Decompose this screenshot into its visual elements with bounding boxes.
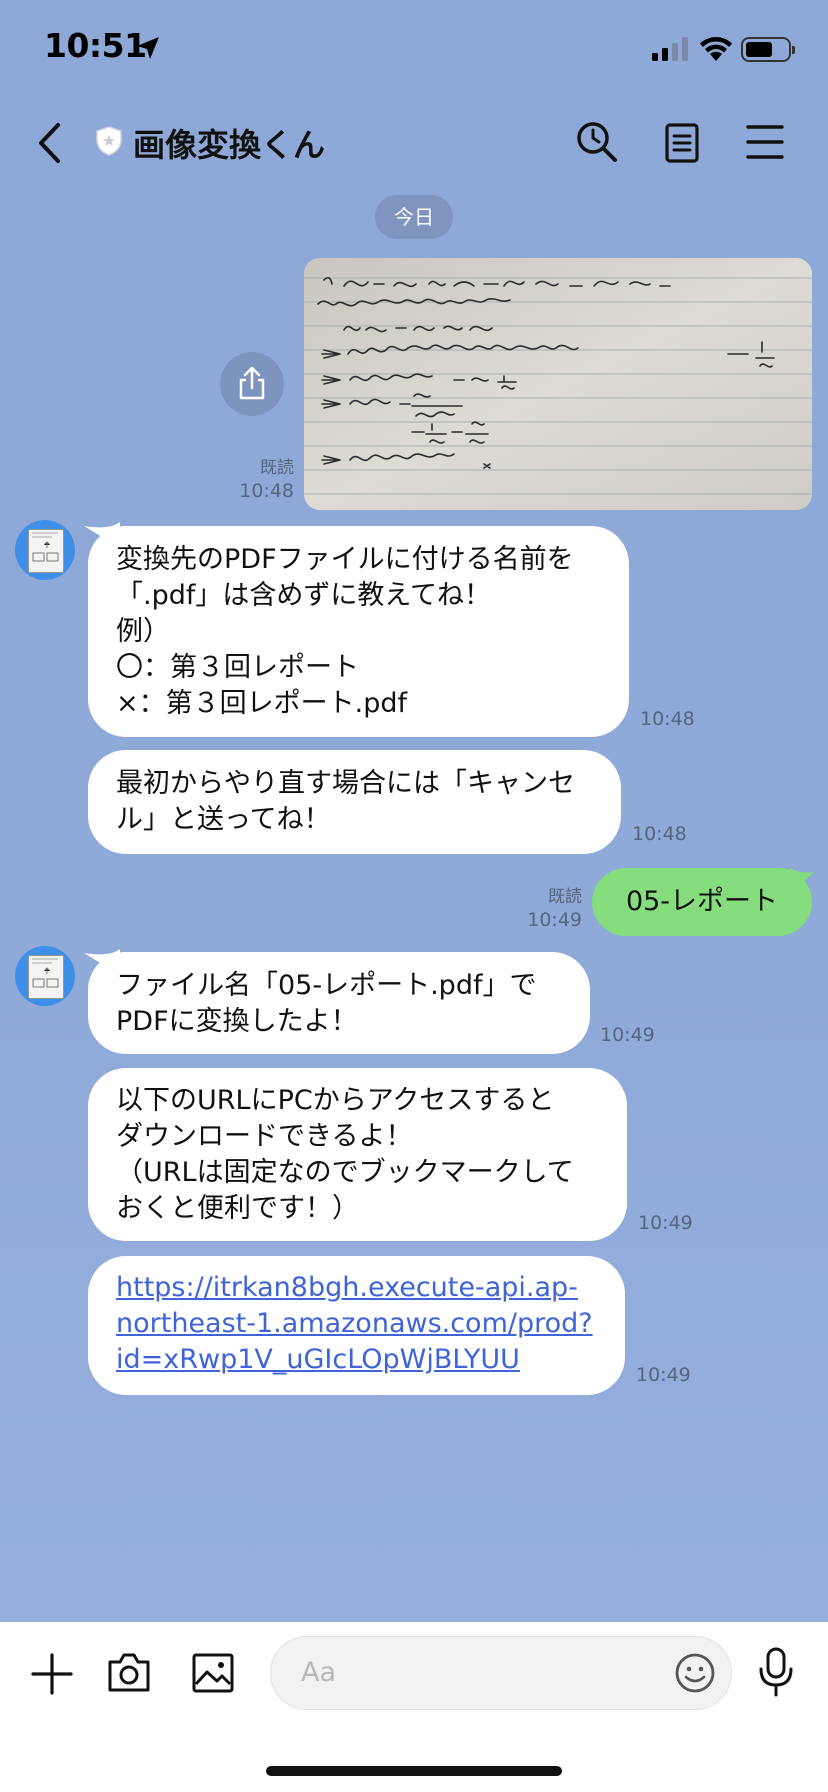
message-time: 10:49 (636, 1364, 691, 1386)
location-arrow-icon (137, 37, 159, 59)
bot-message: 変換先のPDFファイルに付ける名前を 「.pdf」は含めずに教えてね！ 例） 〇… (88, 526, 629, 737)
message-input[interactable]: Aa (270, 1636, 732, 1710)
download-link[interactable]: https://itrkan8bgh.execute-api.ap- (116, 1270, 597, 1306)
handwritten-notes-photo (304, 258, 812, 510)
wifi-icon (700, 37, 732, 61)
signal-icon (652, 37, 688, 61)
document-icon (32, 532, 59, 562)
bot-message: https://itrkan8bgh.execute-api.ap- north… (88, 1256, 625, 1395)
battery-icon (741, 37, 795, 62)
mic-icon[interactable] (757, 1646, 795, 1698)
document-icon (32, 958, 59, 988)
search-icon[interactable] (575, 120, 619, 164)
bot-message: 以下のURLにPCからアクセスすると ダウンロードできるよ！ （URLは固定なの… (88, 1068, 627, 1241)
message-time: 10:49 (600, 1024, 655, 1046)
shield-icon (96, 126, 122, 156)
notes-icon[interactable] (664, 122, 700, 164)
image-message[interactable] (304, 258, 812, 510)
image-read-receipt: 既読 10:48 (239, 458, 294, 502)
home-indicator (266, 1766, 562, 1776)
message-time: 10:48 (632, 823, 687, 845)
emoji-icon[interactable] (674, 1652, 716, 1694)
message-time: 10:48 (640, 708, 695, 730)
menu-icon[interactable] (746, 124, 784, 160)
bot-avatar[interactable] (15, 520, 75, 580)
chat-title: 画像変換くん (133, 126, 326, 164)
date-separator: 今日 (375, 195, 453, 239)
status-time: 10:51 (44, 26, 147, 65)
share-icon (239, 366, 265, 400)
user-read-receipt: 既読 10:49 (527, 887, 582, 931)
bot-message: ファイル名「05-レポート.pdf」で PDFに変換したよ！ (88, 952, 590, 1054)
user-message: 05-レポート (592, 868, 812, 936)
back-icon[interactable] (36, 122, 64, 164)
download-link[interactable]: northeast-1.amazonaws.com/prod? (116, 1306, 597, 1342)
image-icon[interactable] (191, 1652, 235, 1694)
bot-avatar[interactable] (15, 946, 75, 1006)
bot-message: 最初からやり直す場合には「キャンセ ル」と送ってね！ (88, 750, 621, 854)
message-time: 10:49 (638, 1212, 693, 1234)
camera-icon[interactable] (106, 1650, 152, 1694)
plus-icon[interactable] (30, 1652, 74, 1696)
share-button[interactable] (220, 352, 284, 416)
download-link[interactable]: id=xRwp1V_uGIcLOpWjBLYUU (116, 1342, 597, 1378)
